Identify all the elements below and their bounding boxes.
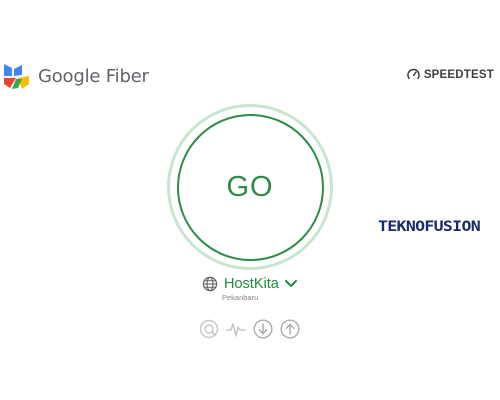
chevron-down-icon xyxy=(284,280,297,287)
ping-icon xyxy=(199,319,219,339)
speedtest-page: Google Fiber SPEEDTEST GO HostKita Pekan… xyxy=(0,0,500,400)
server-name: HostKita xyxy=(224,276,279,292)
server-dropdown[interactable]: HostKita xyxy=(202,276,322,292)
go-button-ring: GO xyxy=(167,104,333,270)
server-selector: HostKita Pekanbaru xyxy=(202,276,322,302)
metric-icons xyxy=(199,319,307,339)
upload-icon xyxy=(280,319,300,339)
brand-name: Google Fiber xyxy=(38,65,149,87)
jitter-icon xyxy=(226,323,246,337)
brand-header[interactable]: Google Fiber xyxy=(4,62,149,90)
download-icon xyxy=(253,319,273,339)
watermark-text: TEKNOFUSION xyxy=(378,219,480,235)
google-fiber-logo-icon xyxy=(4,63,29,89)
go-button[interactable]: GO xyxy=(176,113,324,261)
go-label: GO xyxy=(226,170,274,203)
server-location: Pekanbaru xyxy=(222,293,259,302)
globe-icon xyxy=(202,276,218,292)
teknofusion-watermark: TEKNOFUSION xyxy=(376,212,482,238)
speedometer-icon xyxy=(407,68,420,80)
speedtest-link[interactable]: SPEEDTEST xyxy=(407,68,494,81)
speedtest-label: SPEEDTEST xyxy=(423,68,494,81)
